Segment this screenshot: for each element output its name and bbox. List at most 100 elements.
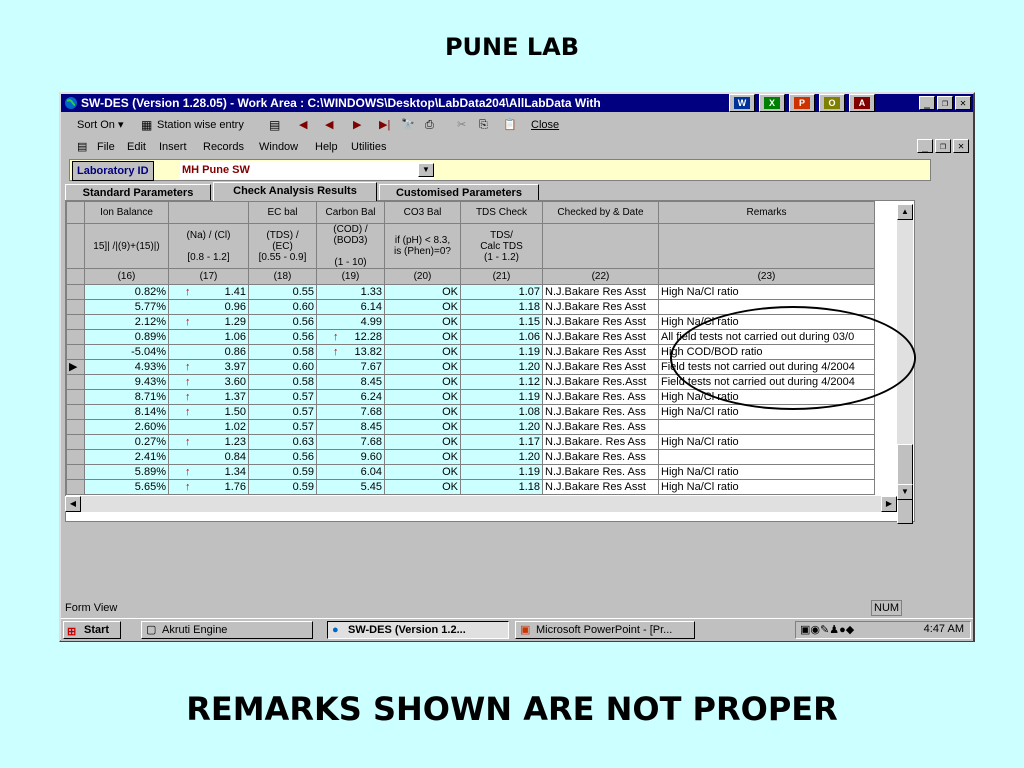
tab-check-analysis-results[interactable]: Check Analysis Results	[213, 182, 377, 201]
table-cell[interactable]: 1.06	[460, 329, 543, 345]
table-cell[interactable]: OK	[384, 284, 461, 300]
table-cell[interactable]: High Na/Cl ratio	[658, 284, 875, 300]
excel-icon[interactable]: X	[759, 94, 785, 112]
table-cell[interactable]: 0.63	[248, 434, 317, 450]
table-cell[interactable]: 0.82%	[84, 284, 169, 300]
menu-edit[interactable]: Edit	[127, 138, 146, 156]
table-cell[interactable]: 0.56	[248, 314, 317, 330]
table-cell[interactable]: 0.58	[248, 344, 317, 360]
table-cell[interactable]: 0.59	[248, 479, 317, 495]
table-cell[interactable]: High Na/Cl ratio	[658, 389, 875, 405]
table-cell[interactable]: 6.04	[316, 464, 385, 480]
table-cell[interactable]: 1.06	[168, 329, 249, 345]
table-cell[interactable]: 0.84	[168, 449, 249, 465]
table-cell[interactable]: N.J.Bakare Res Asst	[542, 329, 659, 345]
form-icon[interactable]: ▤	[269, 114, 280, 136]
table-cell[interactable]: ↑ 1.34	[168, 464, 249, 480]
table-cell[interactable]: High Na/Cl ratio	[658, 314, 875, 330]
paste-icon[interactable]: 📋	[503, 114, 517, 136]
outlook-icon[interactable]: O	[819, 94, 845, 112]
row-selector[interactable]	[66, 389, 85, 405]
table-cell[interactable]: N.J.Bakare Res Asst	[542, 359, 659, 375]
table-cell[interactable]: OK	[384, 359, 461, 375]
row-selector[interactable]	[66, 404, 85, 420]
table-cell[interactable]: OK	[384, 479, 461, 495]
chevron-down-icon[interactable]: ▼	[418, 163, 434, 177]
row-selector[interactable]	[66, 464, 85, 480]
table-cell[interactable]: N.J.Bakare Res.Asst	[542, 374, 659, 390]
table-cell[interactable]: ↑ 1.41	[168, 284, 249, 300]
powerpoint-icon[interactable]: P	[789, 94, 815, 112]
table-cell[interactable]: 0.57	[248, 419, 317, 435]
table-cell[interactable]: All field tests not carried out during 0…	[658, 329, 875, 345]
table-cell[interactable]: 4.93%	[84, 359, 169, 375]
row-selector[interactable]	[66, 419, 85, 435]
print-icon[interactable]: ⎙	[425, 114, 434, 136]
table-cell[interactable]: 9.60	[316, 449, 385, 465]
table-cell[interactable]: -5.04%	[84, 344, 169, 360]
table-cell[interactable]: 8.14%	[84, 404, 169, 420]
table-cell[interactable]: 1.12	[460, 374, 543, 390]
table-cell[interactable]: High Na/Cl ratio	[658, 404, 875, 420]
table-cell[interactable]: 1.19	[460, 464, 543, 480]
table-cell[interactable]	[658, 449, 875, 465]
table-cell[interactable]: OK	[384, 299, 461, 315]
sort-on-button[interactable]: Sort On ▾	[77, 114, 123, 136]
table-cell[interactable]: N.J.Bakare Res Asst	[542, 284, 659, 300]
table-cell[interactable]: ↑ 3.60	[168, 374, 249, 390]
table-cell[interactable]: N.J.Bakare Res. Ass	[542, 464, 659, 480]
child-minimize-button[interactable]: _	[917, 139, 933, 153]
menu-insert[interactable]: Insert	[159, 138, 187, 156]
table-cell[interactable]: N.J.Bakare Res. Ass	[542, 419, 659, 435]
table-cell[interactable]: 1.20	[460, 449, 543, 465]
table-cell[interactable]: OK	[384, 449, 461, 465]
table-row[interactable]: 5.65% ↑ 1.76 0.59 5.45 OK 1.18 N.J.Bakare Res A…	[66, 479, 875, 495]
table-cell[interactable]: 7.67	[316, 359, 385, 375]
table-cell[interactable]: ↑ 3.97	[168, 359, 249, 375]
table-cell[interactable]: N.J.Bakare Res. Ass	[542, 404, 659, 420]
child-restore-button[interactable]: ❐	[935, 139, 951, 153]
table-cell[interactable]: N.J.Bakare Res Asst	[542, 314, 659, 330]
menu-help[interactable]: Help	[315, 138, 338, 156]
table-cell[interactable]: 0.27%	[84, 434, 169, 450]
table-row[interactable]: 2.41% 0.84 0.56 9.60 OK 1.20 N.J.Bakare Res. A…	[66, 449, 875, 465]
scroll-up-icon[interactable]: ▲	[897, 204, 913, 220]
table-cell[interactable]	[658, 419, 875, 435]
table-cell[interactable]: 1.18	[460, 299, 543, 315]
table-cell[interactable]: ↑ 1.37	[168, 389, 249, 405]
table-cell[interactable]: 1.07	[460, 284, 543, 300]
prev-record-icon[interactable]: ◀	[325, 114, 333, 136]
table-cell[interactable]: 7.68	[316, 434, 385, 450]
table-cell[interactable]: 1.19	[460, 389, 543, 405]
table-cell[interactable]: ↑ 1.23	[168, 434, 249, 450]
table-cell[interactable]: 1.18	[460, 479, 543, 495]
table-cell[interactable]: 5.89%	[84, 464, 169, 480]
grid-icon[interactable]: ▦	[141, 114, 152, 136]
restore-button[interactable]: ❐	[937, 96, 953, 110]
tab-standard-parameters[interactable]: Standard Parameters	[65, 184, 211, 200]
table-cell[interactable]: 0.89%	[84, 329, 169, 345]
table-cell[interactable]: Field tests not carried out during 4/200…	[658, 374, 875, 390]
table-cell[interactable]: N.J.Bakare Res Asst	[542, 479, 659, 495]
table-cell[interactable]: 1.19	[460, 344, 543, 360]
table-cell[interactable]: High Na/Cl ratio	[658, 479, 875, 495]
table-cell[interactable]: 0.58	[248, 374, 317, 390]
table-cell[interactable]: 1.08	[460, 404, 543, 420]
table-cell[interactable]: N.J.Bakare. Res Ass	[542, 434, 659, 450]
table-cell[interactable]: OK	[384, 419, 461, 435]
table-row[interactable]: -5.04% 0.86 0.58 ↑ 13.82 OK 1.19 N.J.Bakare Res…	[66, 344, 875, 360]
table-cell[interactable]: 1.20	[460, 419, 543, 435]
row-selector[interactable]	[66, 314, 85, 330]
row-selector[interactable]	[66, 449, 85, 465]
menu-file[interactable]: File	[97, 138, 115, 156]
table-cell[interactable]: OK	[384, 404, 461, 420]
table-cell[interactable]: 2.12%	[84, 314, 169, 330]
table-cell[interactable]: 1.15	[460, 314, 543, 330]
find-icon[interactable]: 🔭	[401, 114, 415, 136]
child-close-button[interactable]: ✕	[953, 139, 969, 153]
table-cell[interactable]: 6.14	[316, 299, 385, 315]
menu-window[interactable]: Window	[259, 138, 298, 156]
table-cell[interactable]: OK	[384, 344, 461, 360]
table-cell[interactable]: 5.77%	[84, 299, 169, 315]
table-cell[interactable]: 0.60	[248, 299, 317, 315]
